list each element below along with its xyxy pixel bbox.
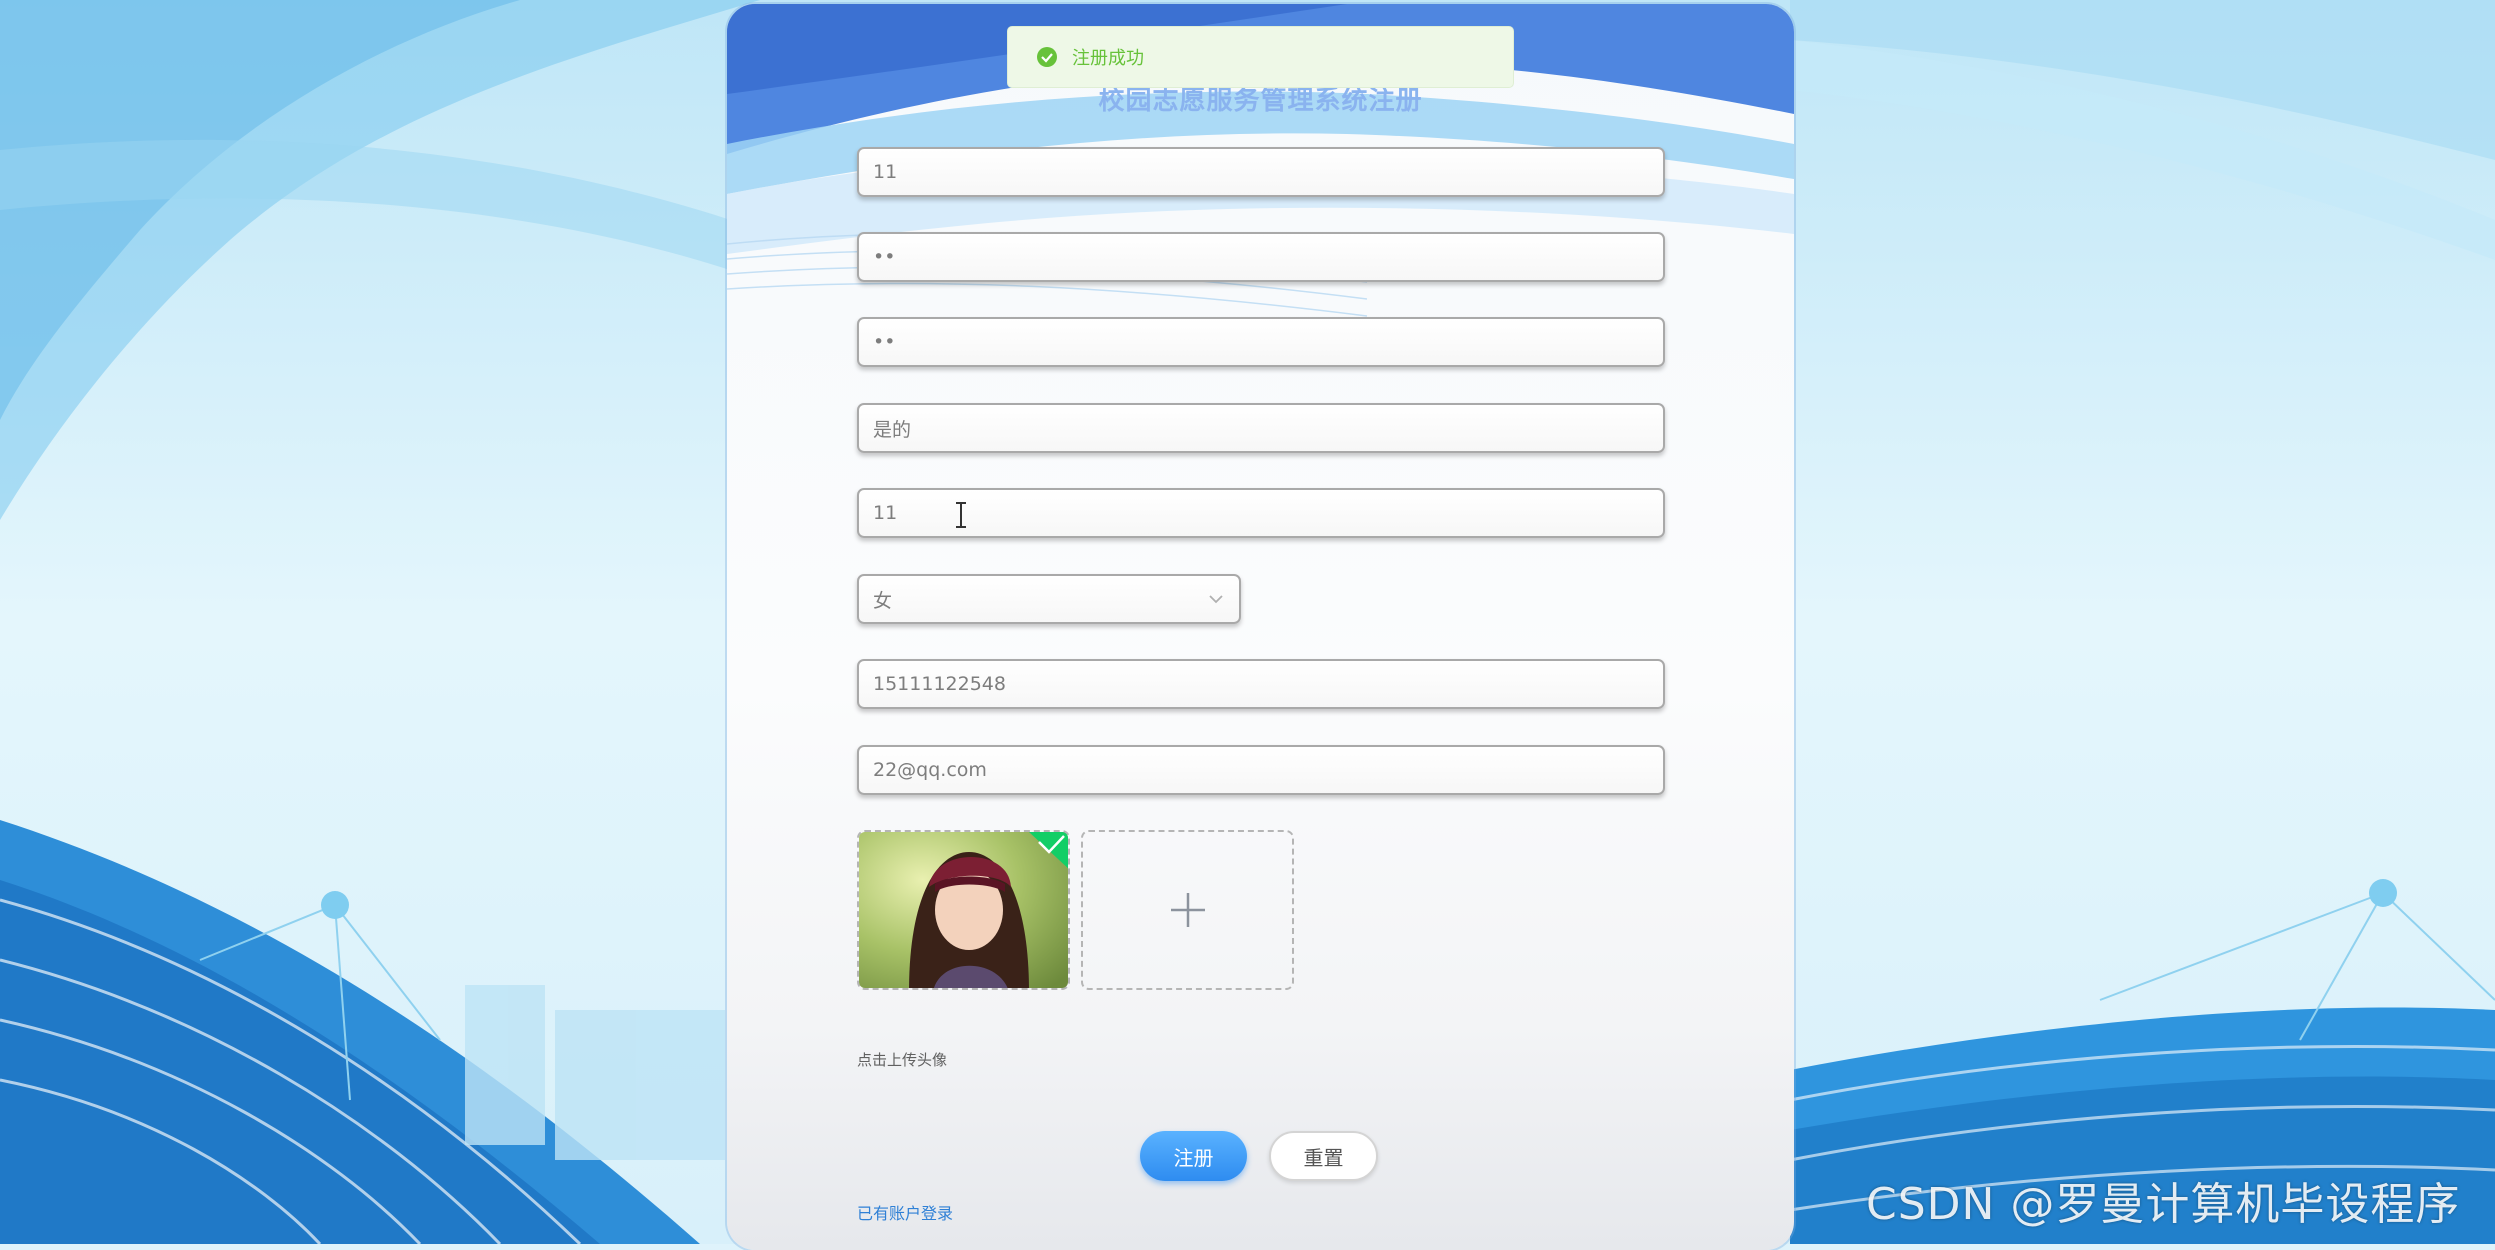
- phone-input[interactable]: 15111122548: [857, 659, 1665, 709]
- name-input[interactable]: 是的: [857, 403, 1665, 453]
- plus-icon: [1170, 893, 1205, 927]
- toast-message: 注册成功: [1072, 48, 1144, 69]
- gender-value: 女: [873, 589, 893, 612]
- register-button[interactable]: 注册: [1140, 1131, 1247, 1181]
- chevron-down-icon: [1209, 595, 1223, 604]
- reset-button[interactable]: 重置: [1269, 1131, 1378, 1181]
- confirm-password-value: ••: [873, 331, 896, 353]
- avatar-preview[interactable]: [857, 830, 1070, 990]
- email-input[interactable]: 22@qq.com: [857, 745, 1665, 795]
- name-value: 是的: [873, 418, 912, 441]
- watermark: CSDN @罗曼计算机毕设程序: [1866, 1179, 2461, 1230]
- register-card: 校园志愿服务管理系统注册 11 •• •• 是的 11 女 1511112254…: [727, 4, 1794, 1250]
- password-input[interactable]: ••: [857, 232, 1665, 282]
- password-value: ••: [873, 246, 896, 268]
- text-value: 11: [873, 502, 898, 524]
- success-toast: 注册成功: [1007, 26, 1514, 88]
- email-value: 22@qq.com: [873, 759, 987, 781]
- confirm-password-input[interactable]: ••: [857, 317, 1665, 367]
- gender-select[interactable]: 女: [857, 574, 1241, 624]
- upload-avatar-tip: 点击上传头像: [857, 1051, 948, 1069]
- phone-value: 15111122548: [873, 673, 1006, 695]
- login-link[interactable]: 已有账户登录: [857, 1200, 953, 1224]
- account-input[interactable]: 11: [857, 147, 1665, 197]
- avatar-upload-button[interactable]: [1081, 830, 1294, 990]
- text-cursor-icon: [956, 502, 966, 528]
- text-input[interactable]: 11: [857, 488, 1665, 538]
- check-circle-icon: [1037, 47, 1057, 67]
- avatar-photo: [859, 832, 1068, 988]
- account-value: 11: [873, 161, 898, 183]
